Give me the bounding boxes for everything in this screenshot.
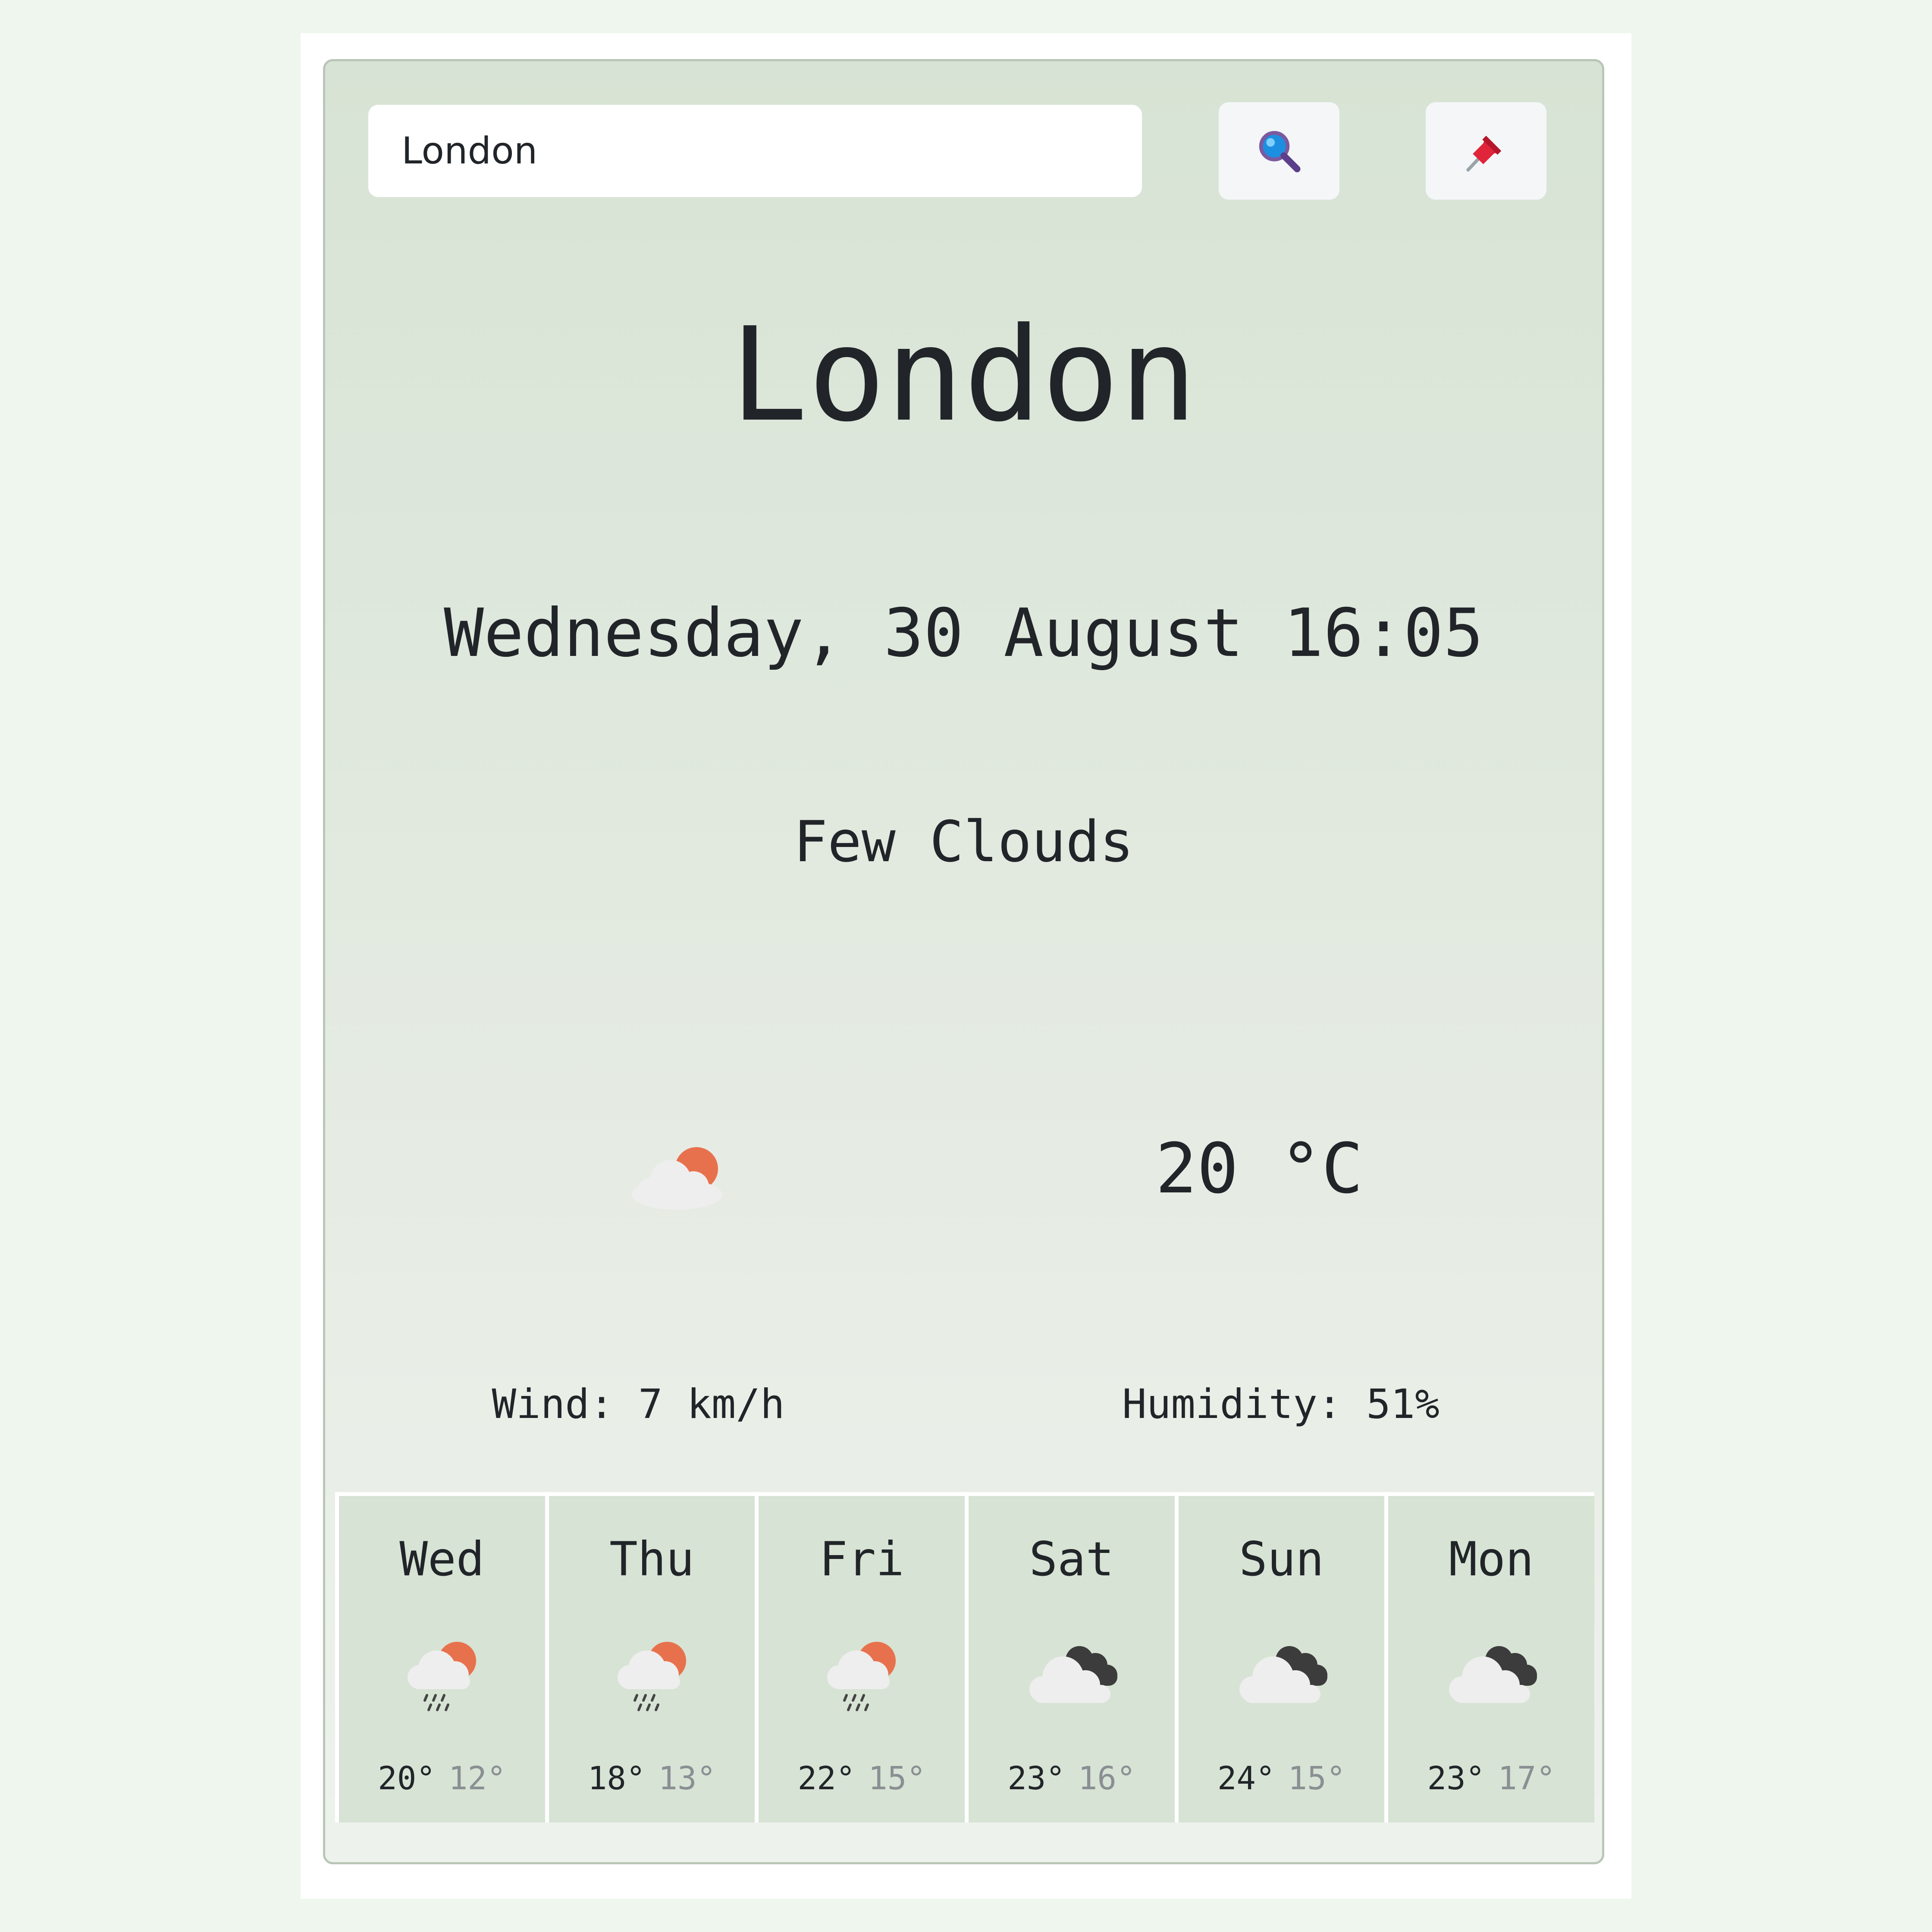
forecast-day-name: Sat	[1029, 1532, 1114, 1587]
forecast-day: Sat 23° 16°	[969, 1496, 1175, 1822]
weather-description: Few Clouds	[794, 809, 1134, 875]
cloudy-icon	[1435, 1634, 1547, 1720]
cloudy-icon	[1016, 1634, 1128, 1720]
current-location-button[interactable]	[1426, 102, 1546, 200]
forecast-low: 13°	[658, 1760, 716, 1797]
forecast-day-name: Fri	[819, 1532, 904, 1587]
forecast-high: 23°	[1007, 1760, 1065, 1797]
forecast-low: 16°	[1078, 1760, 1136, 1797]
rain-sun-icon	[806, 1634, 918, 1720]
forecast-high: 23°	[1427, 1760, 1485, 1797]
city-search-value: London	[401, 129, 538, 172]
rain-sun-icon	[386, 1634, 498, 1720]
forecast-low: 15°	[868, 1760, 926, 1797]
cloudy-icon	[1226, 1634, 1338, 1720]
forecast-low: 12°	[448, 1760, 506, 1797]
pushpin-icon	[1466, 135, 1502, 172]
magnifier-icon	[1259, 131, 1301, 172]
forecast-strip: Wed 20° 12° Thu 18° 13° Fri 22° 15° Sat …	[335, 1492, 1595, 1822]
humidity: Humidity: 51%	[1122, 1381, 1440, 1428]
city-name: London	[730, 300, 1198, 450]
current-datetime: Wednesday, 30 August 16:05	[444, 595, 1484, 672]
forecast-high: 20°	[378, 1760, 436, 1797]
forecast-day: Fri 22° 15°	[759, 1496, 965, 1822]
forecast-day: Mon 23° 17°	[1388, 1496, 1595, 1822]
rain-sun-icon	[596, 1634, 708, 1720]
forecast-low: 17°	[1498, 1760, 1556, 1797]
wind-speed: Wind: 7 km/h	[492, 1381, 785, 1428]
forecast-day-name: Mon	[1449, 1532, 1534, 1587]
partly-cloudy-icon	[621, 1138, 733, 1216]
forecast-day: Sun 24° 15°	[1178, 1496, 1385, 1822]
city-search-input[interactable]: London	[368, 105, 1142, 197]
search-button[interactable]	[1219, 102, 1339, 200]
forecast-day: Thu 18° 13°	[549, 1496, 755, 1822]
current-temperature: 20 °C	[1155, 1128, 1363, 1209]
forecast-day-name: Sun	[1239, 1532, 1324, 1587]
forecast-high: 18°	[587, 1760, 646, 1797]
forecast-day-name: Wed	[399, 1532, 485, 1587]
forecast-high: 22°	[797, 1760, 856, 1797]
forecast-day: Wed 20° 12°	[339, 1496, 545, 1822]
forecast-day-name: Thu	[609, 1532, 694, 1587]
forecast-high: 24°	[1217, 1760, 1275, 1797]
forecast-low: 15°	[1288, 1760, 1346, 1797]
